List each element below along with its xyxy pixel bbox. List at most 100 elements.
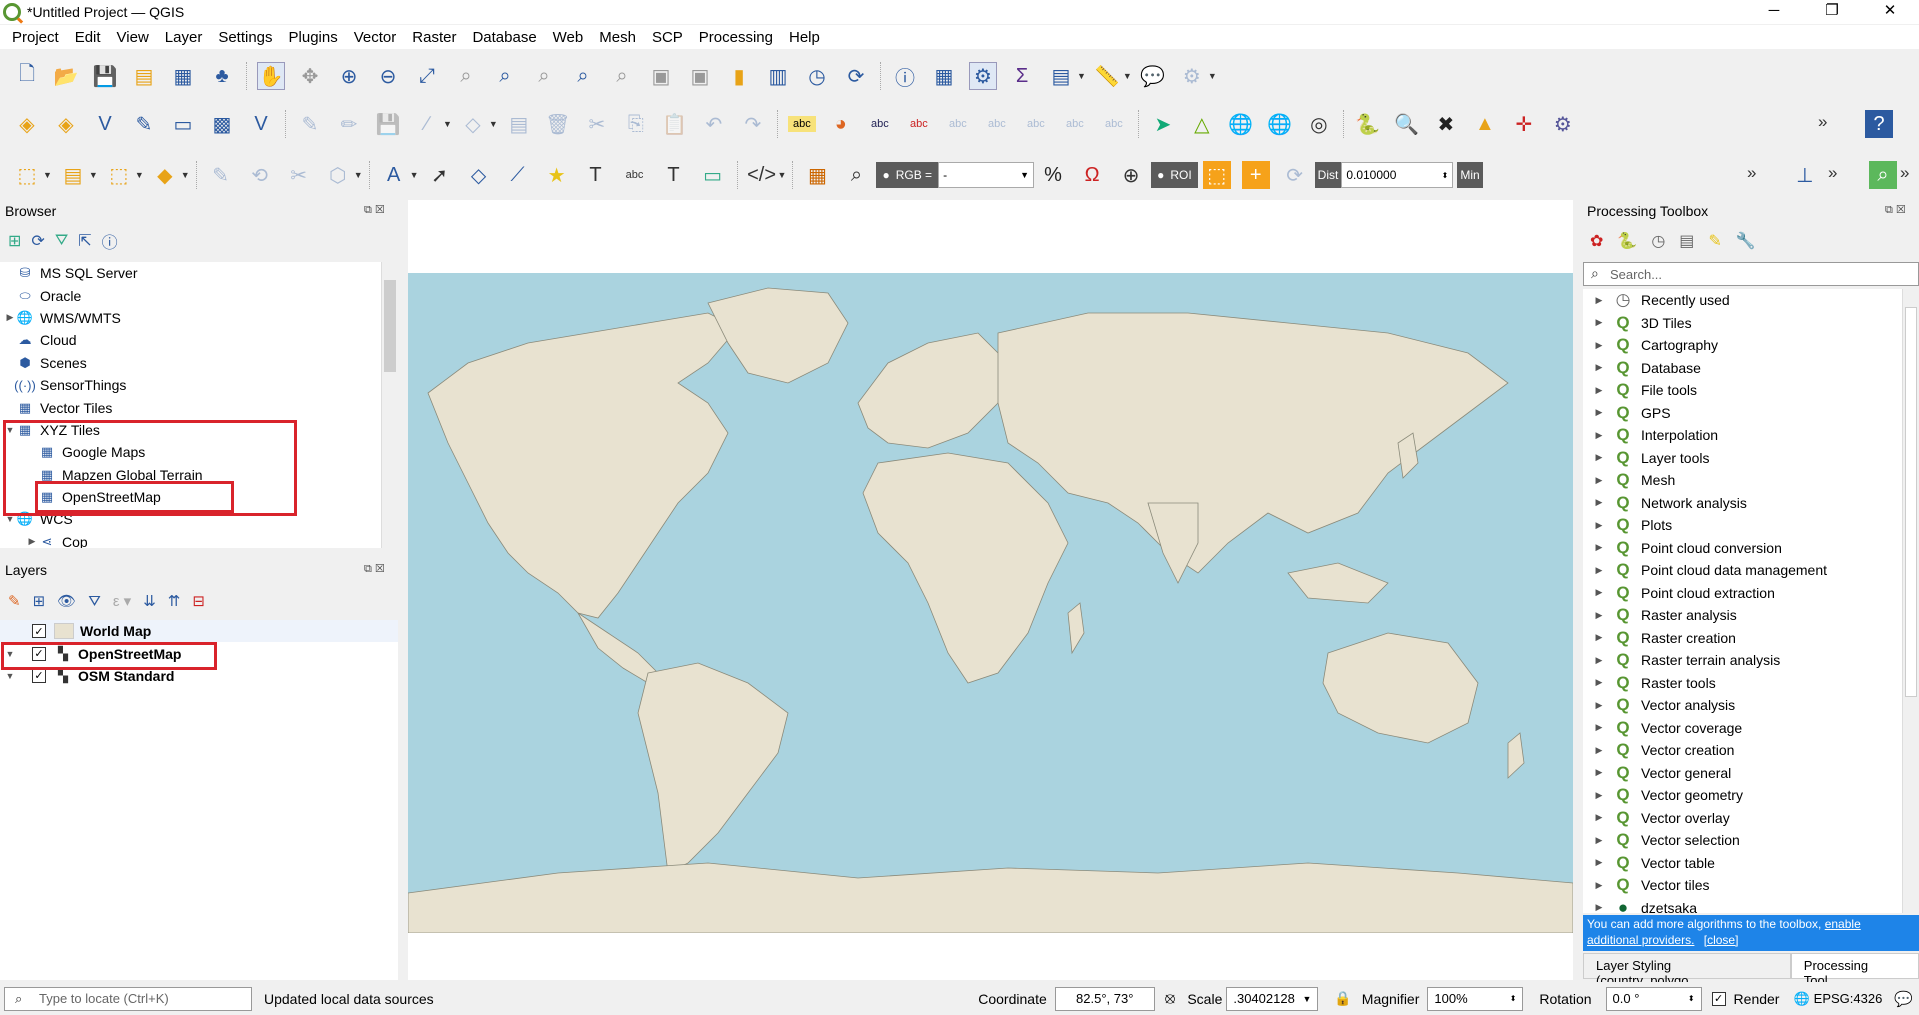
toolbox-provider-item[interactable]: ▶ Q Vector table (1583, 852, 1902, 875)
expand-arrow-icon[interactable]: ▶ (1593, 767, 1605, 778)
toolbox-provider-item[interactable]: ▶ Q Vector geometry (1583, 784, 1902, 807)
toolbox-scrollbar[interactable] (1902, 289, 1919, 913)
picture-annotation-icon[interactable]: ▭ (699, 161, 727, 189)
toolbox-scroll-thumb[interactable] (1905, 307, 1917, 697)
expand-arrow-icon[interactable]: ▼ (4, 671, 16, 681)
browser-item[interactable]: ▦ Vector Tiles (0, 396, 382, 418)
expand-arrow-icon[interactable]: ▶ (1593, 880, 1605, 891)
toolbox-provider-item[interactable]: ▶ Q Point cloud extraction (1583, 582, 1902, 605)
modify-attributes-icon[interactable]: ▤ (505, 110, 533, 138)
toolbox-provider-item[interactable]: ▶ Q Vector overlay (1583, 807, 1902, 830)
open-attribute-table-icon[interactable]: ▦ (930, 62, 958, 90)
more-toolbar-4-icon[interactable]: » (1828, 163, 1837, 183)
toolbox-provider-item[interactable]: ▶ Q Raster tools (1583, 672, 1902, 695)
globe-download-icon[interactable]: 🌐 (1266, 110, 1294, 138)
refresh-browser-icon[interactable]: ⟳ (31, 231, 44, 251)
layer-row[interactable]: ✓ World Map (0, 620, 398, 643)
cut-icon[interactable]: ✂ (583, 110, 611, 138)
measure-line-icon[interactable]: 📏 (1093, 62, 1121, 90)
new-print-layout-icon[interactable]: ▤ (130, 62, 158, 90)
layout-manager-icon[interactable]: ▦ (169, 62, 197, 90)
diagram-icon[interactable]: ◕ (827, 110, 855, 138)
toolbox-provider-item[interactable]: ▶ Q Vector analysis (1583, 694, 1902, 717)
style-manager-icon[interactable]: ♣ (208, 62, 236, 90)
crs-globe-icon[interactable]: 🌐 (1793, 991, 1809, 1007)
search-plugin-icon[interactable]: ⌕ (1869, 161, 1897, 189)
toolbox-provider-item[interactable]: ▶ Q Raster terrain analysis (1583, 649, 1902, 672)
add-group-icon[interactable]: ⊞ (33, 592, 46, 610)
map-canvas[interactable] (408, 200, 1573, 980)
menu-vector[interactable]: Vector (346, 29, 405, 46)
rgb-combo[interactable]: - ▼ (938, 162, 1035, 188)
rect-text-icon[interactable]: T (660, 161, 688, 189)
expand-arrow-icon[interactable]: ▶ (1593, 812, 1605, 823)
expand-arrow-icon[interactable]: ▶ (4, 312, 16, 323)
menu-mesh[interactable]: Mesh (591, 29, 644, 46)
toolbox-provider-item[interactable]: ▶ Q Database (1583, 357, 1902, 380)
expand-arrow-icon[interactable]: ▶ (1593, 565, 1605, 576)
merge-features-icon[interactable]: ⬡ (324, 161, 352, 189)
deselect-icon[interactable]: ⬚ (105, 161, 133, 189)
toolbox-provider-item[interactable]: ▶ Q Point cloud conversion (1583, 537, 1902, 560)
scp-percent-icon[interactable]: % (1039, 161, 1067, 189)
menu-project[interactable]: Project (4, 29, 67, 46)
toolbox-provider-item[interactable]: ▶ Q Raster analysis (1583, 604, 1902, 627)
browser-item[interactable]: ⛁ MS SQL Server (0, 262, 382, 284)
annotation-text-icon[interactable]: A (380, 161, 408, 189)
redo-icon[interactable]: ↷ (739, 110, 767, 138)
label-pin-icon[interactable]: abc (866, 116, 894, 132)
zoom-next-icon[interactable]: ⌕ (608, 62, 636, 90)
expand-arrow-icon[interactable]: ▶ (1593, 902, 1605, 913)
expand-arrow-icon[interactable]: ▶ (1593, 610, 1605, 621)
browser-item[interactable]: ⬭ Oracle (0, 284, 382, 306)
select-by-value-icon[interactable]: ▤ (59, 161, 87, 189)
menu-database[interactable]: Database (464, 29, 544, 46)
magnifier-spinbox[interactable]: 100% ⬍ (1427, 986, 1524, 1011)
save-edits-icon[interactable]: 💾 (374, 110, 402, 138)
label-move-icon[interactable]: abc (944, 110, 972, 138)
zoom-in-icon[interactable]: ⊕ (335, 62, 363, 90)
expand-arrow-icon[interactable]: ▶ (1593, 745, 1605, 756)
manage-themes-icon[interactable]: 👁 (57, 592, 76, 610)
edit-features-in-place-icon[interactable]: ✎ (1708, 231, 1721, 251)
crs-label[interactable]: EPSG:4326 (1814, 991, 1883, 1006)
expand-arrow-icon[interactable]: ▶ (1593, 835, 1605, 846)
select-features-icon[interactable]: ⬚ (13, 161, 41, 189)
expand-arrow-icon[interactable]: ▶ (1593, 295, 1605, 306)
field-calculator-icon[interactable]: ▤ (1047, 62, 1075, 90)
world-map[interactable] (408, 273, 1573, 933)
toolbox-provider-item[interactable]: ▶ Q Vector creation (1583, 739, 1902, 762)
new-project-icon[interactable]: 🗋 (13, 62, 41, 90)
browser-item[interactable]: ▶ ⋖ Cop (0, 531, 382, 548)
more-toolbar-icon[interactable]: » (1818, 112, 1827, 132)
expand-arrow-icon[interactable]: ▶ (1593, 542, 1605, 553)
select-location-icon[interactable]: ➤ (1149, 110, 1177, 138)
scp-band-icon[interactable]: Ω (1078, 161, 1106, 189)
label-show-icon[interactable]: abc (1061, 110, 1089, 138)
show-bookmarks-icon[interactable]: ▣ (686, 62, 714, 90)
scp-plus-icon[interactable]: + (1241, 161, 1270, 189)
new-3d-map-icon[interactable]: ▥ (764, 62, 792, 90)
statistics-sigma-icon[interactable]: Σ (1008, 62, 1036, 90)
vertex-tool-icon[interactable]: ◇ (459, 110, 487, 138)
scale-combo[interactable]: .30402128 ▼ (1226, 986, 1319, 1011)
tab-processing-toolbox[interactable]: Processing Tool... (1790, 953, 1919, 988)
label-change-icon[interactable]: abc (1022, 110, 1050, 138)
map-tips-icon[interactable]: 💬 (1139, 62, 1167, 90)
copy-icon[interactable]: ⎘ (622, 110, 650, 138)
menu-processing[interactable]: Processing (691, 29, 781, 46)
new-temp-layer-icon[interactable]: ▭ (169, 110, 197, 138)
new-geopackage-icon[interactable]: ◈ (52, 110, 80, 138)
rotate-features-icon[interactable]: ⟲ (246, 161, 274, 189)
coordinate-field[interactable]: 82.5°, 73° (1054, 986, 1155, 1011)
dist-input[interactable]: 0.010000 ⬍ (1341, 162, 1454, 188)
options-wrench-icon[interactable]: 🔧 (1736, 231, 1756, 251)
new-spatialite-icon[interactable]: ✎ (130, 110, 158, 138)
settings-gear-icon[interactable]: ⚙ (969, 62, 997, 90)
filter-browser-icon[interactable]: ⛛ (55, 232, 68, 250)
scp-redo-icon[interactable]: ⟳ (1281, 161, 1309, 189)
toolbox-provider-item[interactable]: ▶ Q Mesh (1583, 469, 1902, 492)
scp-roi-icon[interactable]: ⬚ (1202, 161, 1231, 189)
expand-arrow-icon[interactable]: ▶ (1593, 520, 1605, 531)
browser-scrollbar[interactable] (381, 262, 397, 548)
